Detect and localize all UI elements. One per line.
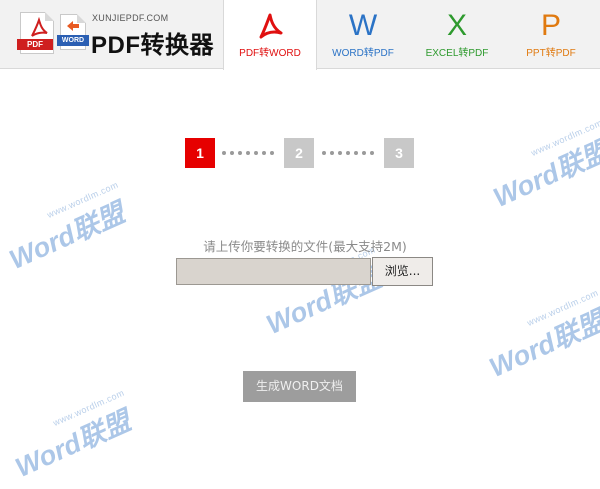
watermark: www.wordlm.com Word联盟 [4, 388, 142, 485]
tab-pdf-to-word[interactable]: PDF转WORD [223, 0, 317, 70]
tab-label: PPT转PDF [526, 48, 576, 59]
pdf-icon [224, 10, 316, 42]
watermark-text: Word联盟 [484, 305, 600, 383]
watermark-url: www.wordlm.com [51, 387, 126, 428]
excel-icon: X [446, 9, 467, 42]
watermark-text: Word联盟 [10, 405, 136, 483]
step-3-indicator: 3 [384, 138, 414, 168]
pdf-file-icon: PDF [17, 12, 54, 54]
upload-hint: 请上传你要转换的文件(最大支持2M) [203, 239, 407, 254]
logo-domain: XUNJIEPDF.COM [92, 13, 169, 23]
file-path-input[interactable] [176, 258, 371, 285]
tab-ppt-to-pdf[interactable]: P PPT转PDF [504, 0, 598, 68]
logo[interactable]: PDF WORD XUNJIEPDF.COM PDF转换器 [0, 0, 224, 68]
step-connector [222, 151, 278, 155]
watermark-url: www.wordlm.com [45, 179, 120, 220]
step-2-indicator: 2 [284, 138, 314, 168]
ppt-icon: P [540, 9, 561, 42]
generate-word-button[interactable]: 生成WORD文档 [243, 371, 356, 402]
watermark-url: www.wordlm.com [529, 117, 600, 158]
word-icon: W [348, 9, 378, 42]
tab-label: PDF转WORD [239, 48, 301, 59]
logo-title: PDF转换器 [91, 32, 214, 59]
watermark-text: Word联盟 [4, 197, 130, 275]
browse-button[interactable]: 浏览... [372, 257, 433, 286]
tab-excel-to-pdf[interactable]: X EXCEL转PDF [410, 0, 504, 68]
word-file-icon: WORD [57, 14, 89, 50]
watermark-url: www.wordlm.com [525, 287, 600, 328]
watermark: www.wordlm.com Word联盟 [478, 288, 600, 385]
step-connector [322, 151, 378, 155]
tab-label: EXCEL转PDF [425, 48, 489, 59]
tab-word-to-pdf[interactable]: W WORD转PDF [316, 0, 410, 68]
pdf-tag: PDF [17, 39, 53, 50]
tab-label: WORD转PDF [332, 48, 394, 59]
app-header: PDF WORD XUNJIEPDF.COM PDF转换器 PDF转WORD W… [0, 0, 600, 70]
watermark-text: Word联盟 [488, 135, 600, 213]
watermark: www.wordlm.com Word联盟 [482, 118, 600, 215]
word-tag: WORD [57, 35, 89, 46]
watermark: www.wordlm.com Word联盟 [0, 180, 136, 277]
step-1-indicator: 1 [185, 138, 215, 168]
